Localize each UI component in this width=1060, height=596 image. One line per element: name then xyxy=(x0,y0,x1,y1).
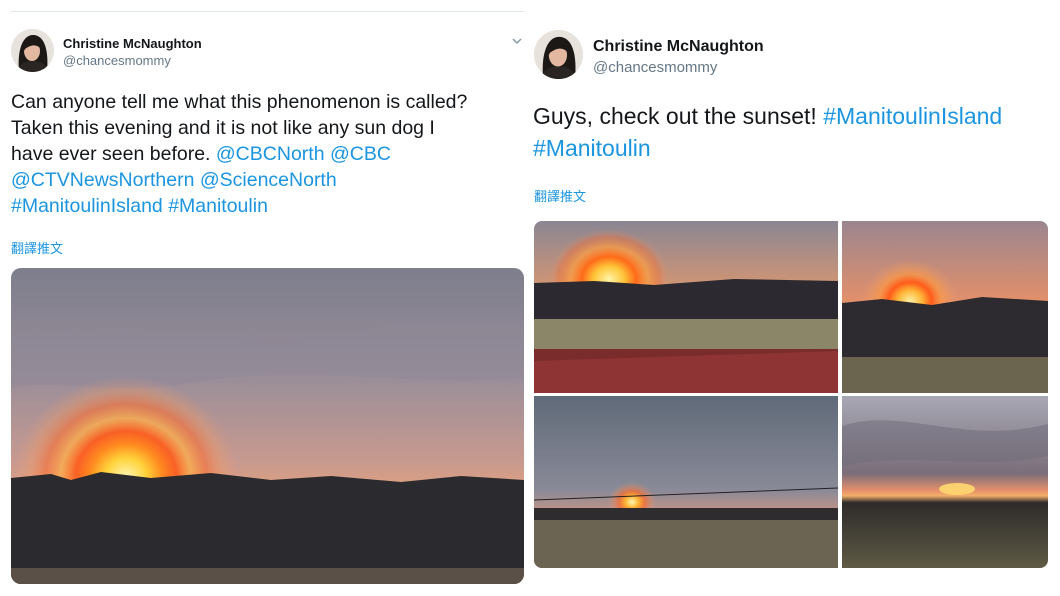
tweet-photo-4[interactable] xyxy=(842,396,1048,568)
tweet-photo-1[interactable] xyxy=(534,221,838,393)
author-avatar[interactable] xyxy=(534,30,583,79)
tweet-photo-2[interactable] xyxy=(842,221,1048,393)
tweet-photo[interactable] xyxy=(11,268,524,584)
author-handle[interactable]: @chancesmommy xyxy=(593,59,717,76)
divider xyxy=(10,11,524,12)
avatar-image xyxy=(11,29,54,72)
mention-ctvnewsnorthern[interactable]: @CTVNewsNorthern xyxy=(11,169,194,191)
author-avatar[interactable] xyxy=(11,29,54,72)
tweet-text: Can anyone tell me what this phenomenon … xyxy=(11,89,526,219)
tweet-photo-3[interactable] xyxy=(534,396,838,568)
tweet-text-segment: Guys, check out the sunset! xyxy=(533,103,824,129)
tweet-text-line: Can anyone tell me what this phenomenon … xyxy=(11,91,468,113)
tweet-text-line: #Manitoulin xyxy=(533,132,1060,164)
author-handle[interactable]: @chancesmommy xyxy=(63,53,171,68)
tweet-text-line: Guys, check out the sunset! #ManitoulinI… xyxy=(533,100,1060,132)
mention-sciencenorth[interactable]: @ScienceNorth xyxy=(200,169,337,191)
tweet-text-line: have ever seen before. @CBCNorth @CBC xyxy=(11,141,526,167)
chevron-down-icon[interactable] xyxy=(512,34,522,48)
sunset-treeline-photo xyxy=(842,221,1048,393)
author-name[interactable]: Christine McNaughton xyxy=(593,38,764,56)
left-tweet: Christine McNaughton @chancesmommy Can a… xyxy=(0,0,530,596)
tweet-text-line: @CTVNewsNorthern @ScienceNorth xyxy=(11,167,526,193)
sunset-field-photo xyxy=(534,221,838,393)
hashtag-manitoulin[interactable]: #Manitoulin xyxy=(168,195,268,217)
tweet-text-line: Taken this evening and it is not like an… xyxy=(11,117,435,139)
right-tweet: Christine McNaughton @chancesmommy Guys,… xyxy=(530,0,1060,596)
translate-tweet-link[interactable]: 翻譯推文 xyxy=(11,238,63,257)
hashtag-manitoulin[interactable]: #Manitoulin xyxy=(533,135,651,161)
sunset-cloudy-sky-photo xyxy=(534,396,838,568)
avatar-image xyxy=(534,30,583,79)
author-name[interactable]: Christine McNaughton xyxy=(63,36,202,51)
translate-tweet-link[interactable]: 翻譯推文 xyxy=(534,186,586,205)
tweet-text-segment: have ever seen before. xyxy=(11,143,216,165)
mention-cbcnorth[interactable]: @CBCNorth xyxy=(216,143,325,165)
hashtag-manitoulinisland[interactable]: #ManitoulinIsland xyxy=(823,103,1002,129)
mention-cbc[interactable]: @CBC xyxy=(330,143,391,165)
hashtag-manitoulinisland[interactable]: #ManitoulinIsland xyxy=(11,195,163,217)
sunset-halo-photo xyxy=(11,268,524,584)
tweet-text: Guys, check out the sunset! #ManitoulinI… xyxy=(533,100,1060,164)
tweet-text-line: #ManitoulinIsland #Manitoulin xyxy=(11,193,526,219)
sunset-horizon-photo xyxy=(842,396,1048,568)
